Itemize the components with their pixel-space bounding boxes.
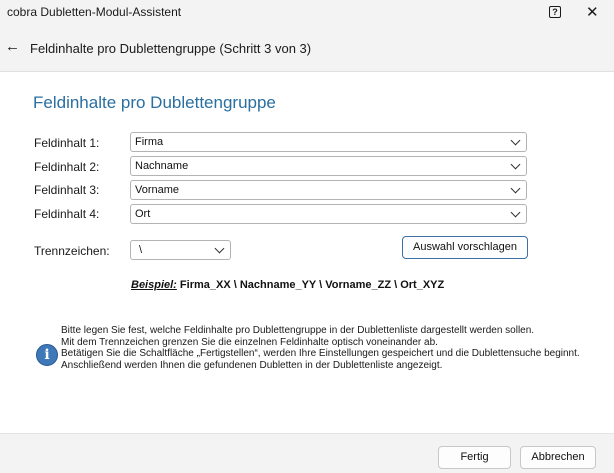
info-line: Anschließend werden Ihnen die gefundenen…	[61, 359, 443, 371]
field-3-label: Feldinhalt 3:	[34, 183, 100, 197]
field-4-dropdown[interactable]: Ort	[130, 204, 527, 224]
field-2-value: Nachname	[135, 160, 189, 172]
window-titlebar: cobra Dubletten-Modul-Assistent ? ✕	[0, 0, 614, 24]
chevron-down-icon	[510, 159, 521, 170]
chevron-down-icon	[214, 243, 225, 254]
info-line: Bitte legen Sie fest, welche Feldinhalte…	[61, 325, 535, 336]
window-title: cobra Dubletten-Modul-Assistent	[7, 5, 182, 19]
field-2-dropdown[interactable]: Nachname	[130, 156, 527, 176]
example-value: Firma_XX \ Nachname_YY \ Vorname_ZZ \ Or…	[176, 279, 445, 291]
chevron-down-icon	[510, 207, 521, 218]
field-3-value: Vorname	[135, 184, 180, 196]
dialog-footer: Fertig Abbrechen	[0, 433, 614, 473]
example-text: Beispiel: Firma_XX \ Nachname_YY \ Vorna…	[131, 279, 444, 291]
separator-dropdown[interactable]: \	[130, 240, 231, 260]
wizard-header: ← Feldinhalte pro Dublettengruppe (Schri…	[0, 24, 614, 72]
chevron-down-icon	[510, 135, 521, 146]
info-line: Betätigen Sie die Schaltfläche „Fertigst…	[61, 348, 580, 359]
page-title: Feldinhalte pro Dublettengruppe	[33, 93, 276, 112]
info-text: Bitte legen Sie fest, welche Feldinhalte…	[61, 325, 601, 371]
field-3-dropdown[interactable]: Vorname	[130, 180, 527, 200]
field-1-dropdown[interactable]: Firma	[130, 132, 527, 152]
suggest-selection-button[interactable]: Auswahl vorschlagen	[402, 236, 528, 259]
arrow-left-icon[interactable]: ←	[5, 38, 20, 55]
field-2-label: Feldinhalt 2:	[34, 160, 100, 174]
separator-value: \	[139, 244, 143, 256]
field-1-label: Feldinhalt 1:	[34, 136, 100, 150]
chevron-down-icon	[510, 183, 521, 194]
cancel-button[interactable]: Abbrechen	[520, 446, 596, 469]
separator-label: Trennzeichen:	[34, 244, 110, 258]
example-label: Beispiel:	[131, 279, 177, 291]
field-1-value: Firma	[135, 136, 164, 148]
wizard-step-title: Feldinhalte pro Dublettengruppe (Schritt…	[30, 41, 312, 56]
field-4-value: Ort	[135, 208, 151, 220]
info-line: Mit dem Trennzeichen grenzen Sie die ein…	[61, 336, 438, 348]
field-4-label: Feldinhalt 4:	[34, 207, 100, 221]
finish-button[interactable]: Fertig	[438, 446, 511, 469]
help-button[interactable]: ?	[549, 6, 561, 18]
close-button[interactable]: ✕	[586, 3, 599, 21]
info-icon: i	[36, 344, 58, 366]
